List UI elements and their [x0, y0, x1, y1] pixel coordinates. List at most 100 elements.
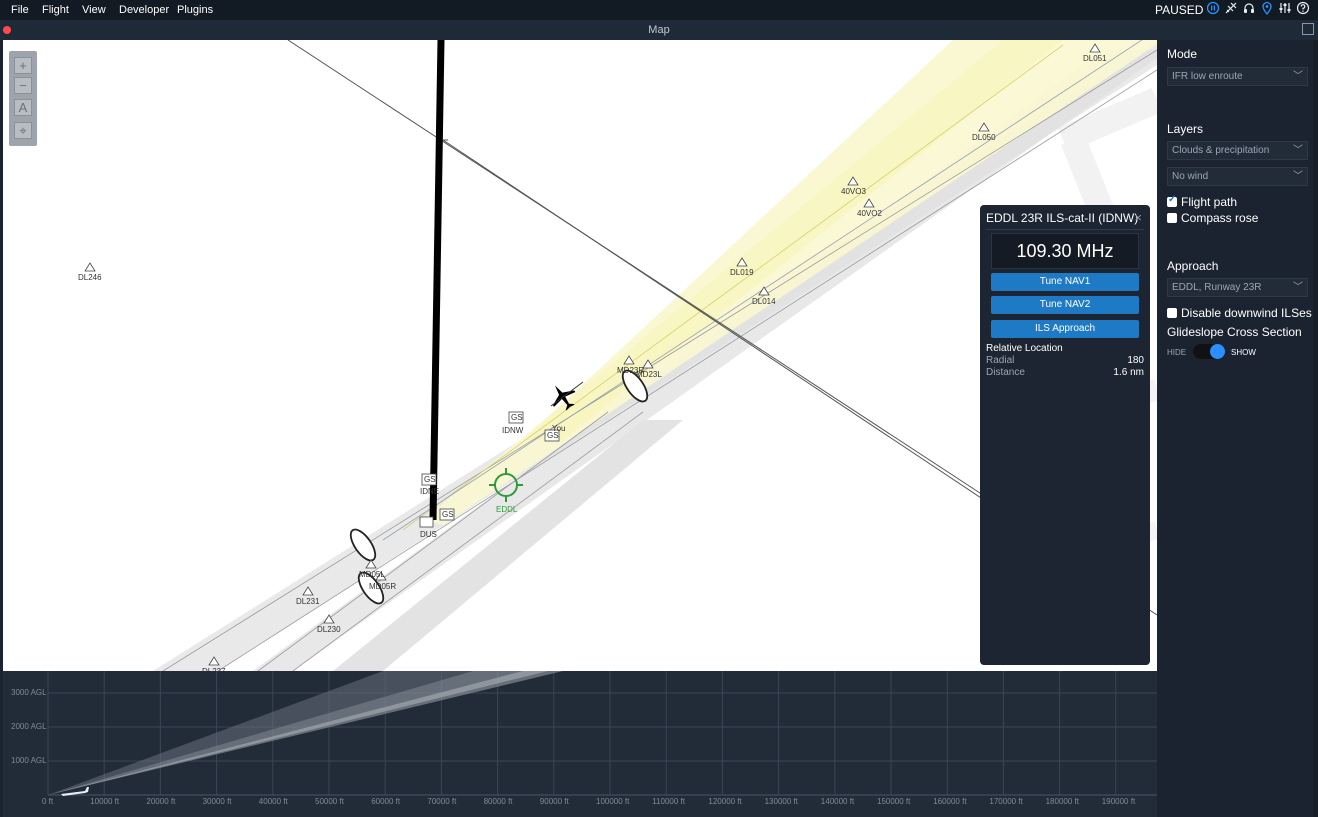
chevron-down-icon: ﹀ [1293, 282, 1303, 293]
popout-icon[interactable] [1302, 23, 1314, 35]
wind-layer-value: No wind [1172, 171, 1209, 182]
waypoint-label: DL050 [972, 133, 996, 142]
profile-x-label: 120000 ft [708, 797, 742, 806]
layers-heading: Layers [1167, 122, 1204, 136]
chevron-down-icon: ﹀ [1293, 145, 1303, 156]
chevron-down-icon: ﹀ [1293, 71, 1303, 82]
profile-x-label: 30000 ft [202, 797, 232, 806]
weather-layer-value: Clouds & precipitation [1172, 145, 1270, 156]
map-controls: + − A ⌖ [9, 51, 37, 146]
distance-value: 1.6 nm [1113, 367, 1144, 378]
glideslope-label: Glideslope Cross Section [1167, 325, 1302, 339]
profile-x-label: 110000 ft [652, 797, 685, 806]
downwind-label: Disable downwind ILSes [1181, 306, 1312, 320]
compass-rose-label: Compass rose [1181, 211, 1259, 225]
navaid-label: IDNW [502, 426, 524, 435]
profile-x-label: 190000 ft [1101, 797, 1136, 806]
menu-flight[interactable]: Flight [42, 4, 69, 16]
waypoint-label: DL230 [317, 625, 341, 634]
flight-path-checkbox[interactable]: Flight path [1167, 194, 1238, 209]
profile-x-label: 80000 ft [483, 797, 513, 806]
settings-sidebar: Mode IFR low enroute ﹀ Layers Clouds & p… [1157, 40, 1318, 817]
waypoint-label: DL019 [730, 268, 754, 277]
radial-value: 180 [1127, 355, 1144, 366]
waypoint-triangle-icon[interactable] [84, 262, 96, 272]
vor-marker-icon[interactable] [419, 516, 434, 528]
menu-plugins[interactable]: Plugins [177, 4, 213, 16]
waypoint-label: MD23L [636, 370, 662, 379]
checkbox-icon[interactable] [1167, 213, 1177, 223]
navaid-label: IDNE [420, 487, 440, 496]
waypoint-label: DL051 [1083, 54, 1107, 63]
glideslope-profile: 3000 AGL 2000 AGL 1000 AGL 0 ft 10000 ft 2000… [3, 671, 1157, 817]
checkbox-checked-icon[interactable] [1167, 194, 1177, 207]
headset-icon[interactable] [1241, 1, 1257, 17]
sliders-icon[interactable] [1277, 1, 1293, 17]
popup-title: EDDL 23R ILS-cat-II (IDNW) [986, 211, 1139, 225]
menu-developer[interactable]: Developer [119, 4, 169, 16]
profile-x-label: 90000 ft [539, 797, 569, 806]
toggle-hide-label: HIDE [1167, 348, 1187, 357]
radial-row: Radial 180 [986, 355, 1144, 366]
frequency-display: 109.30 MHz [991, 233, 1139, 269]
compass-rose-checkbox[interactable]: Compass rose [1167, 211, 1258, 225]
location-pin-icon[interactable] [1259, 1, 1275, 17]
profile-x-label: 130000 ft [764, 797, 798, 806]
ils-approach-button[interactable]: ILS Approach [991, 320, 1139, 338]
gs-label: GS [511, 413, 523, 422]
profile-x-label: 50000 ft [315, 797, 344, 806]
menubar: File Flight View Developer Plugins PAUSE… [0, 0, 1318, 20]
waypoint-label: 40VO3 [841, 187, 866, 196]
profile-y-label: 3000 AGL [11, 688, 47, 697]
toggle-knob[interactable] [1210, 344, 1225, 359]
gs-label: GS [442, 510, 454, 519]
waypoint-label: DL231 [296, 597, 320, 606]
approach-select[interactable]: EDDL, Runway 23R ﹀ [1167, 278, 1308, 297]
profile-x-label: 40000 ft [258, 797, 288, 806]
profile-canvas [47, 671, 1157, 796]
divider [986, 229, 1144, 230]
help-icon[interactable] [1295, 1, 1311, 17]
close-icon[interactable]: × [1134, 210, 1142, 225]
window-edge [1313, 40, 1318, 817]
waypoint-label: MD05R [369, 582, 397, 591]
profile-x-label: 160000 ft [933, 797, 967, 806]
profile-x-label: 100000 ft [596, 797, 630, 806]
ils-info-popup: EDDL 23R ILS-cat-II (IDNW) × 109.30 MHz … [980, 205, 1150, 665]
label-toggle-button[interactable]: A [14, 99, 32, 116]
profile-x-label: 150000 ft [877, 797, 911, 806]
pause-icon[interactable] [1205, 1, 1221, 17]
flight-path-label: Flight path [1181, 195, 1238, 209]
aircraft-icon[interactable] [1223, 1, 1239, 17]
airport-label: EDDL [496, 505, 518, 514]
profile-y-label: 1000 AGL [11, 756, 47, 765]
menu-view[interactable]: View [82, 4, 106, 16]
tune-nav1-button[interactable]: Tune NAV1 [991, 273, 1139, 291]
approach-select-value: EDDL, Runway 23R [1172, 282, 1262, 293]
downwind-checkbox[interactable]: Disable downwind ILSes [1167, 306, 1312, 320]
radial-label: Radial [986, 355, 1015, 366]
menu-file[interactable]: File [11, 4, 29, 16]
profile-x-label: 180000 ft [1045, 797, 1079, 806]
center-location-button[interactable]: ⌖ [14, 122, 32, 139]
profile-x-label: 0 ft [42, 797, 54, 806]
waypoint-label: DL014 [752, 297, 776, 306]
weather-layer-select[interactable]: Clouds & precipitation ﹀ [1167, 141, 1308, 160]
zoom-in-button[interactable]: + [14, 57, 32, 74]
tune-nav2-button[interactable]: Tune NAV2 [991, 296, 1139, 314]
glideslope-toggle[interactable] [1193, 344, 1225, 359]
mode-heading: Mode [1167, 47, 1198, 61]
checkbox-icon[interactable] [1167, 308, 1177, 318]
zoom-out-button[interactable]: − [14, 77, 32, 94]
wind-layer-select[interactable]: No wind ﹀ [1167, 167, 1308, 186]
approach-heading: Approach [1167, 259, 1219, 273]
profile-y-label: 2000 AGL [11, 722, 47, 731]
window-titlebar: Map [0, 20, 1318, 40]
mode-select-value: IFR low enroute [1172, 71, 1243, 82]
paused-status: PAUSED [1155, 3, 1204, 17]
profile-x-label: 70000 ft [427, 797, 457, 806]
toggle-show-label: SHOW [1231, 348, 1256, 357]
chevron-down-icon: ﹀ [1293, 171, 1303, 182]
distance-label: Distance [986, 367, 1025, 378]
mode-select[interactable]: IFR low enroute ﹀ [1167, 67, 1308, 86]
